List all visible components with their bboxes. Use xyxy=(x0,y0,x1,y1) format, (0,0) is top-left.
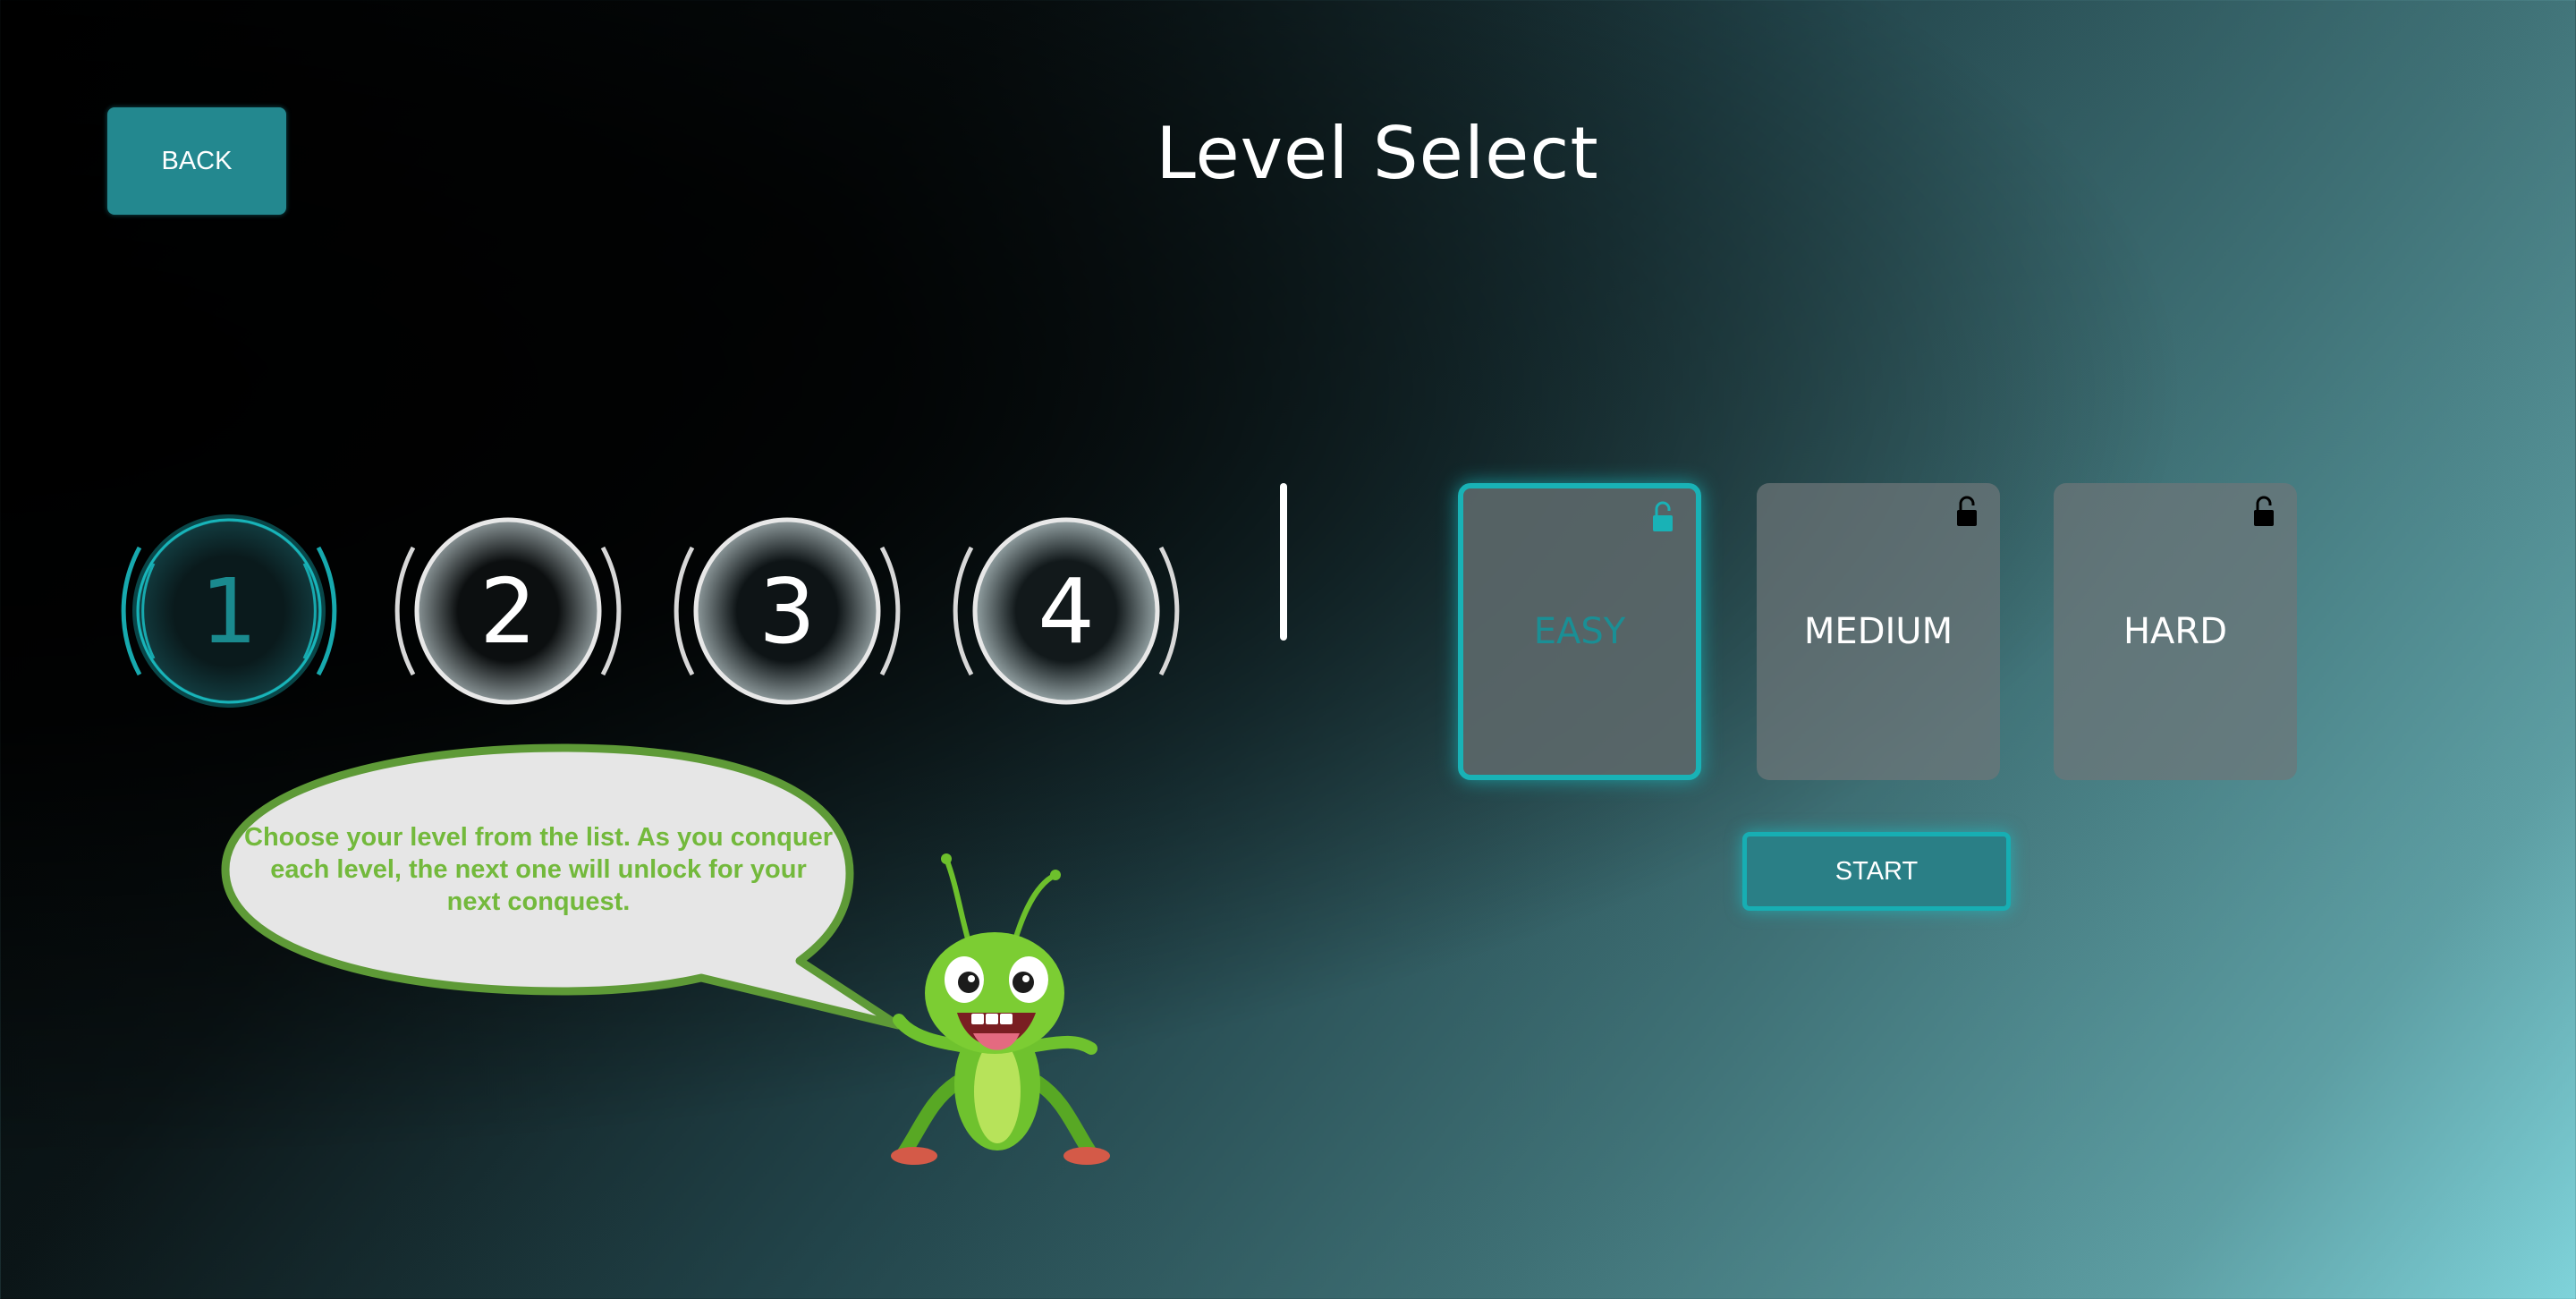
level-number: 2 xyxy=(479,558,537,664)
grasshopper-mascot-icon xyxy=(891,853,1110,1165)
divider xyxy=(1280,483,1287,641)
difficulty-medium-button[interactable]: MEDIUM xyxy=(1757,483,2000,780)
unlocked-icon xyxy=(1653,501,1673,531)
level-3-button[interactable]: 3 xyxy=(662,512,912,710)
difficulty-label: HARD xyxy=(2123,611,2228,652)
start-button[interactable]: START xyxy=(1742,832,2011,911)
level-number: 4 xyxy=(1038,558,1095,664)
unlocked-icon xyxy=(2254,496,2274,526)
level-2-button[interactable]: 2 xyxy=(383,512,633,710)
difficulty-label: MEDIUM xyxy=(1803,611,1953,652)
mascot-message: Choose your level from the list. As you … xyxy=(244,823,833,916)
level-number: 1 xyxy=(200,558,258,664)
level-4-button[interactable]: 4 xyxy=(941,512,1191,710)
unlocked-icon xyxy=(1957,496,1977,526)
difficulty-hard-button[interactable]: HARD xyxy=(2054,483,2297,780)
level-number: 3 xyxy=(758,558,816,664)
page-title: Level Select xyxy=(1156,112,1599,195)
difficulty-label: EASY xyxy=(1533,611,1626,652)
level-1-button[interactable]: 1 xyxy=(104,512,354,710)
difficulty-easy-button[interactable]: EASY xyxy=(1458,483,1701,780)
